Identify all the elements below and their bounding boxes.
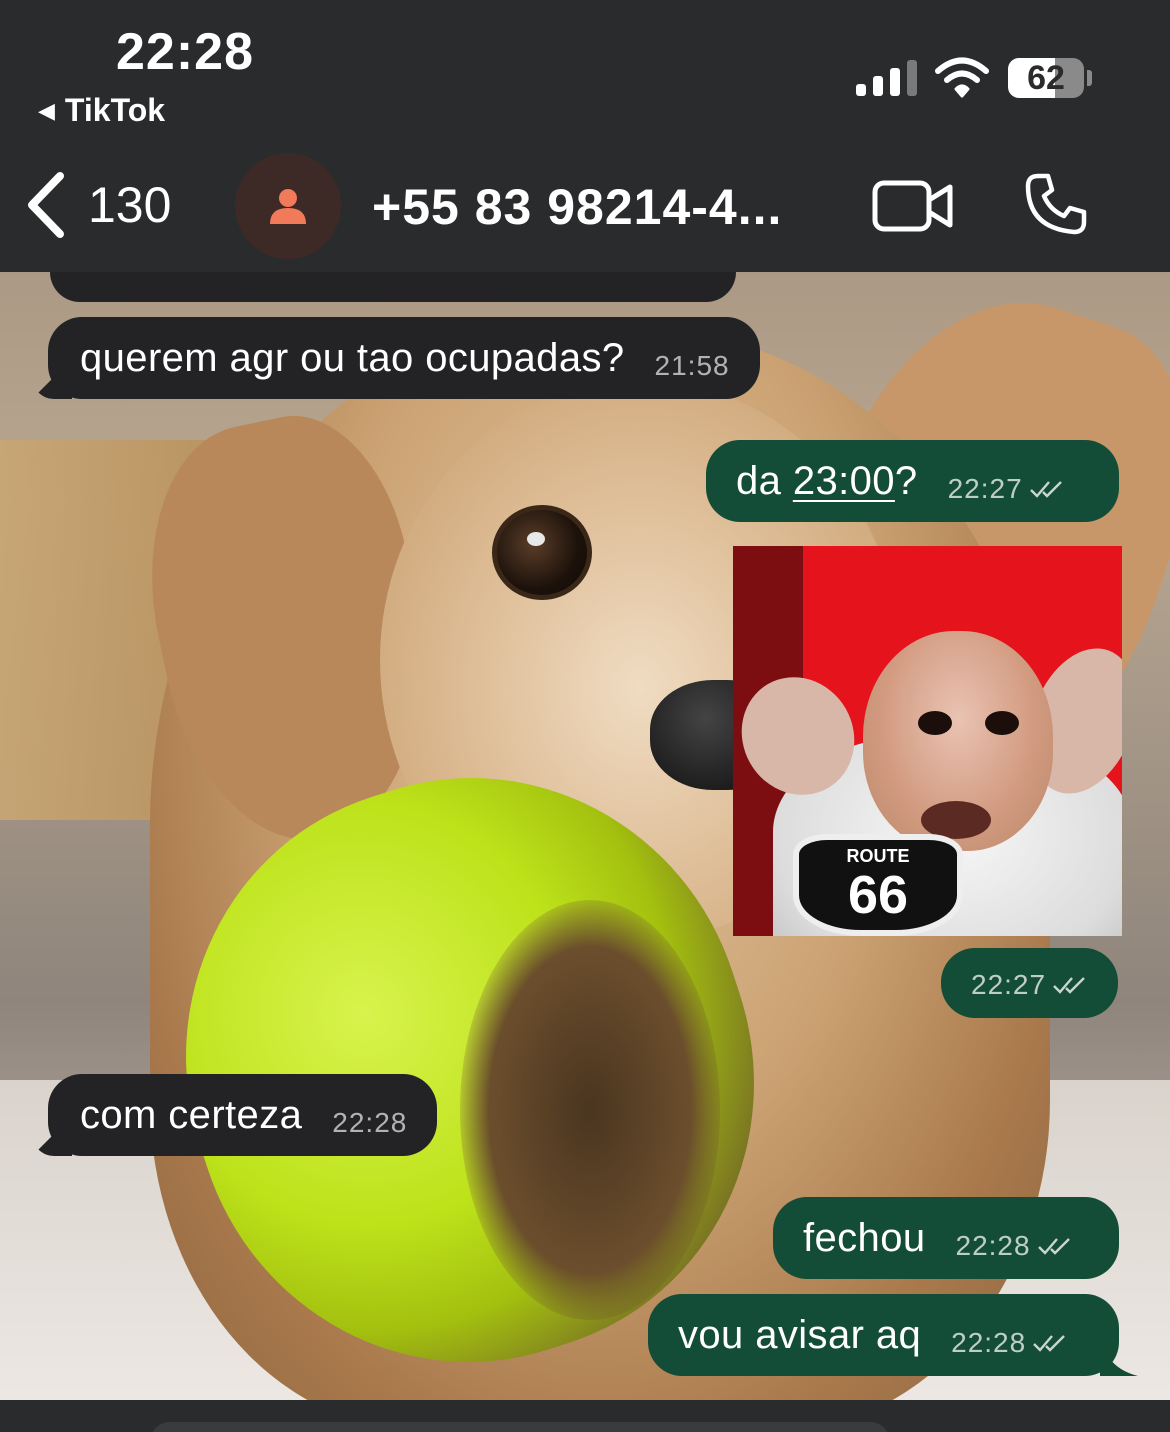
wifi-icon — [935, 57, 989, 98]
message-time: 22:28 — [951, 1327, 1070, 1359]
signal-icon — [856, 58, 917, 96]
battery-tip — [1087, 70, 1092, 86]
wallpaper-dog-eye — [492, 505, 592, 600]
sticker-eye — [985, 711, 1019, 735]
time-link[interactable]: 23:00 — [793, 459, 895, 503]
chevron-left-icon — [28, 172, 64, 238]
message-outgoing[interactable]: da 23:00? 22:27 — [706, 440, 1119, 522]
wallpaper-ball-shadow — [460, 900, 720, 1320]
message-time: 22:27 — [948, 473, 1067, 505]
message-time: 22:28 — [956, 1230, 1075, 1262]
route-66-badge: ROUTE 66 — [793, 834, 963, 936]
person-icon — [270, 189, 306, 224]
message-time: 21:58 — [654, 350, 730, 381]
message-text: com certeza — [80, 1092, 303, 1137]
message-text: fechou — [803, 1215, 926, 1260]
composer-bar — [0, 1400, 1170, 1432]
message-outgoing-timestamp[interactable]: 22:27 — [941, 948, 1119, 1018]
phone-icon[interactable] — [1024, 172, 1088, 236]
message-time: 22:27 — [971, 969, 1090, 1001]
battery-icon: 62 — [1008, 58, 1084, 98]
contact-name[interactable]: +55 83 98214-4... — [372, 178, 782, 236]
sticker-eye — [918, 711, 952, 735]
message-text: vou avisar aq — [678, 1312, 922, 1357]
message-input[interactable] — [150, 1422, 890, 1432]
bubble-tail — [1100, 1336, 1138, 1376]
double-check-icon — [1029, 481, 1062, 498]
back-button[interactable]: 130 — [22, 170, 171, 240]
message-text: da 23:00? — [736, 458, 918, 503]
badge-number: 66 — [847, 865, 909, 925]
chat-header: 22:28 ◀ TikTok 62 130 +55 83 98214-4... — [0, 0, 1170, 272]
unread-count: 130 — [88, 177, 172, 233]
video-call-icon[interactable] — [872, 178, 954, 234]
message-text: querem agr ou tao ocupadas? — [80, 335, 625, 380]
avatar[interactable] — [235, 153, 341, 259]
monkey-sticker[interactable]: ROUTE 66 — [733, 546, 1122, 936]
back-to-app-button[interactable]: ◀ TikTok — [38, 92, 165, 129]
double-check-icon — [1053, 977, 1085, 994]
message-incoming[interactable]: querem agr ou tao ocupadas? 21:58 — [48, 317, 760, 399]
message-outgoing[interactable]: fechou 22:28 — [773, 1197, 1119, 1279]
back-app-label: TikTok — [64, 92, 166, 128]
message-incoming[interactable]: com certeza 22:28 — [48, 1074, 438, 1156]
message-outgoing[interactable]: vou avisar aq 22:28 — [648, 1294, 1119, 1376]
status-time: 22:28 — [116, 23, 254, 81]
double-check-icon — [1037, 1238, 1070, 1255]
badge-caption: ROUTE — [846, 846, 910, 866]
message-time: 22:28 — [332, 1107, 408, 1138]
double-check-icon — [1033, 1335, 1066, 1352]
back-triangle-icon: ◀ — [38, 97, 55, 123]
